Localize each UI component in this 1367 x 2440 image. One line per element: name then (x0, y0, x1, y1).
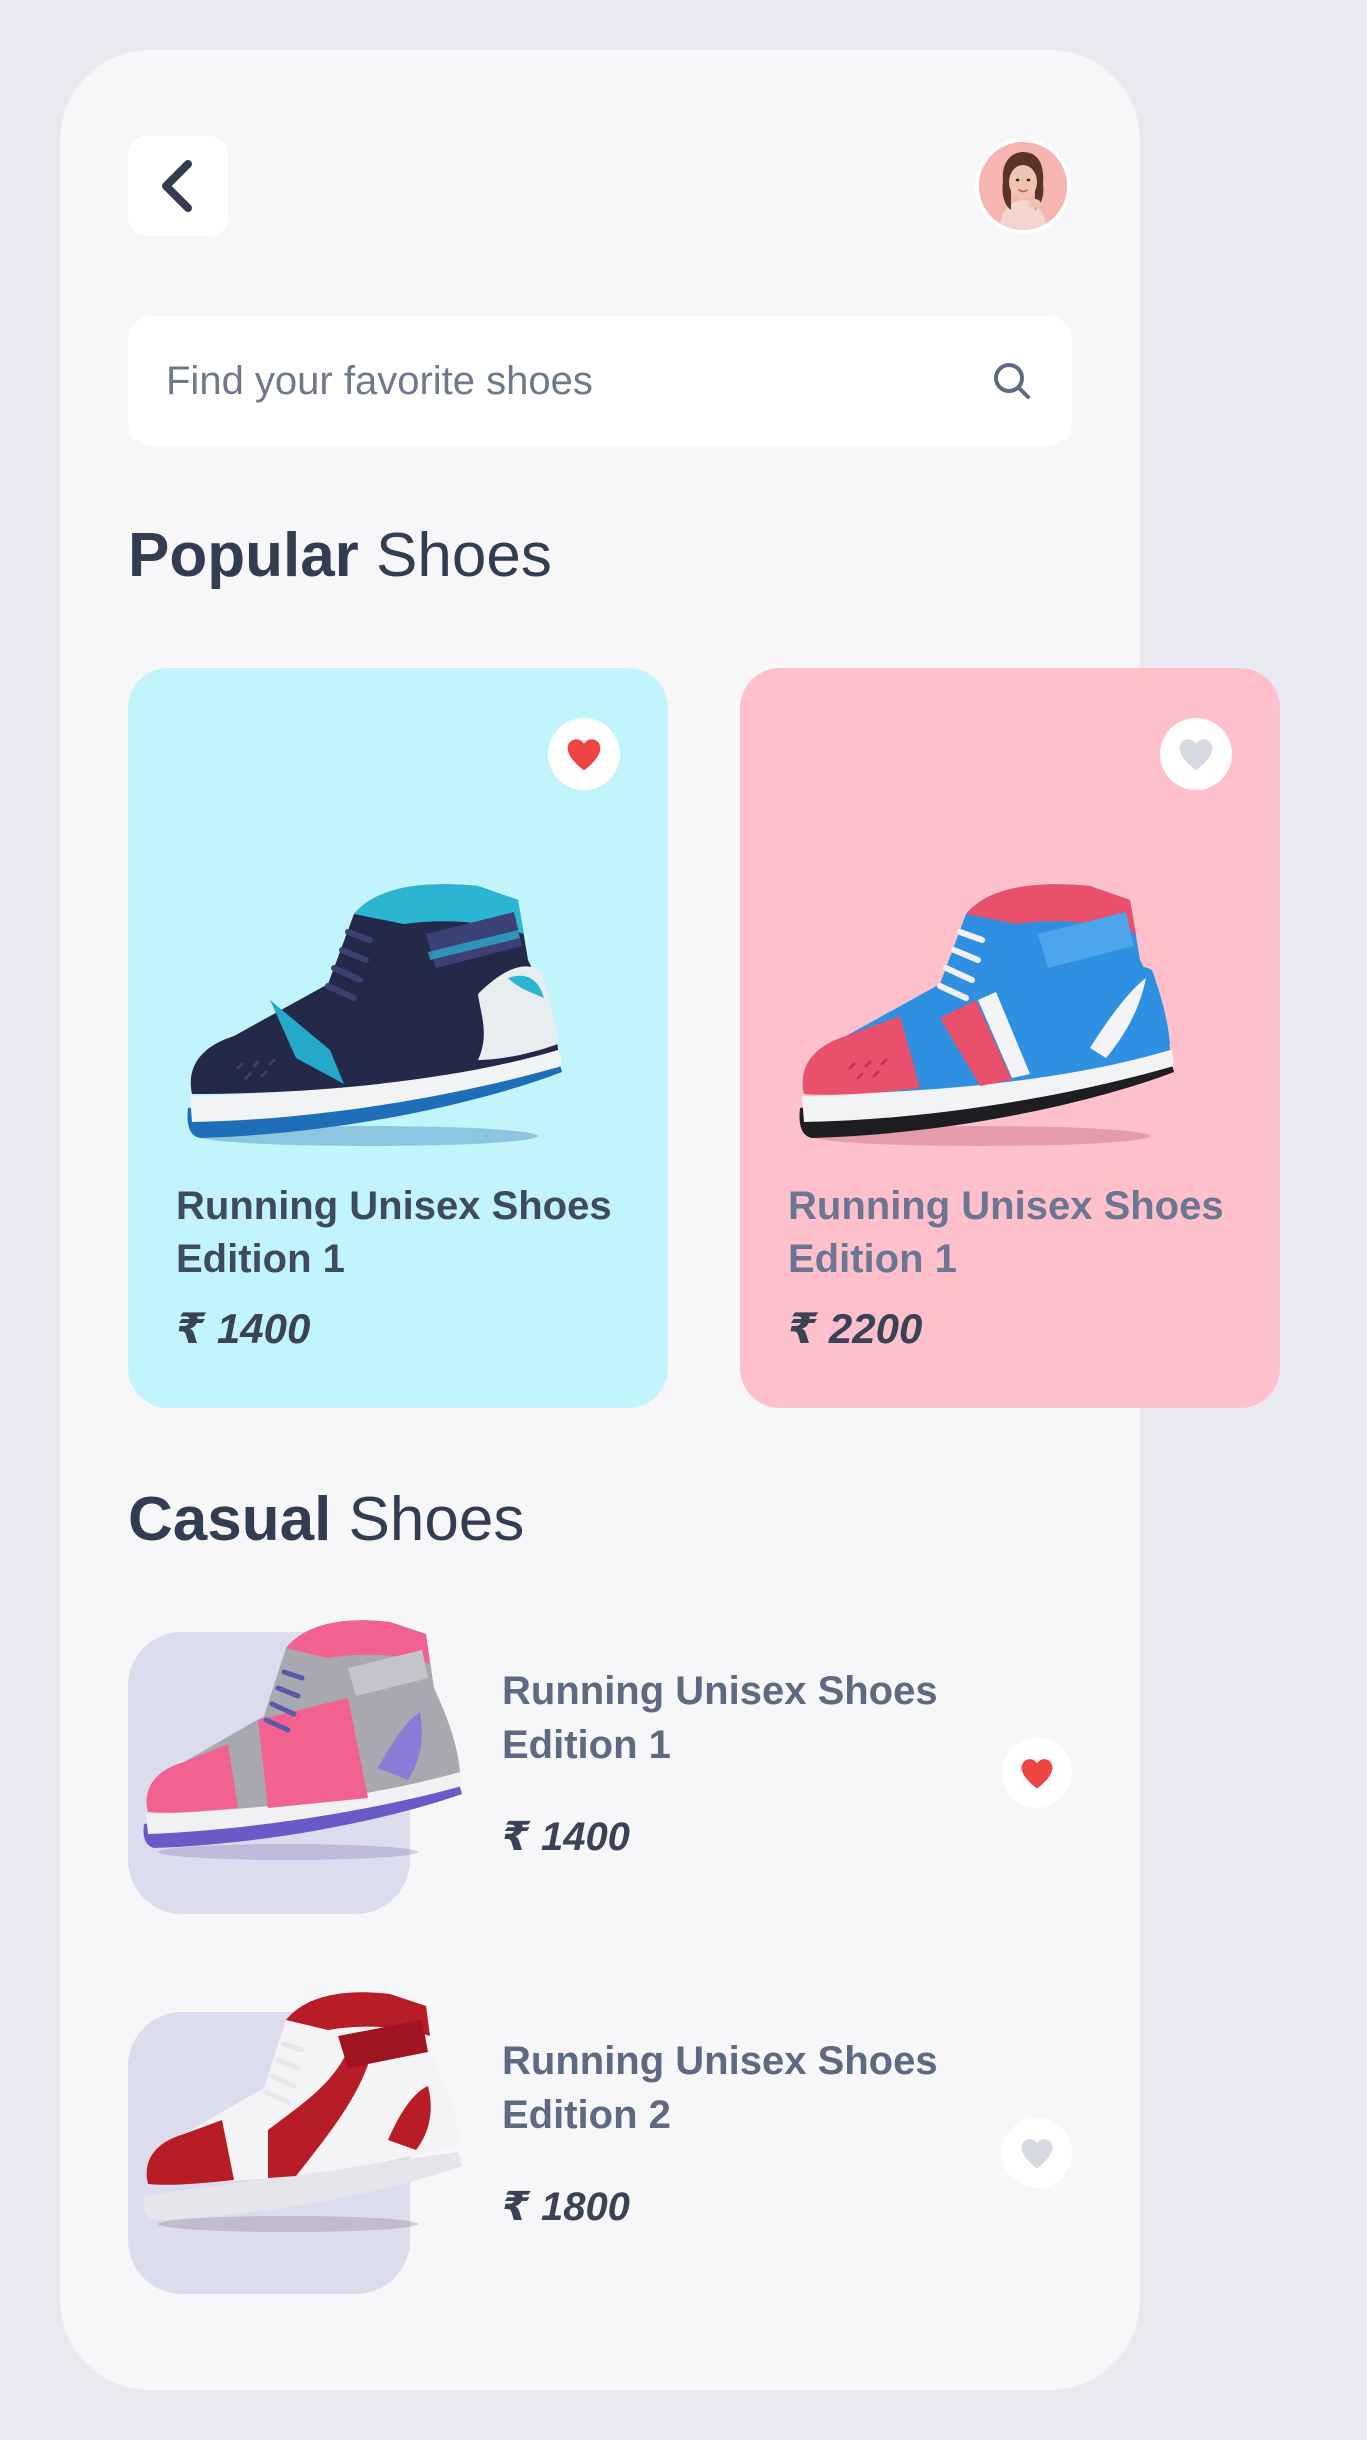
sneaker-image-red-white (143, 1992, 462, 2232)
product-name: Running Unisex Shoes Edition 2 (502, 2039, 938, 2137)
avatar[interactable] (975, 138, 1071, 234)
casual-title-rest: Shoes (331, 1485, 525, 1554)
heart-icon (1021, 1759, 1053, 1789)
search-input[interactable] (164, 357, 988, 405)
product-price: ₹ 1400 (502, 1815, 630, 1859)
search-bar (128, 316, 1072, 446)
heart-icon (1021, 2139, 1053, 2169)
sneaker-image-navy-cyan (187, 884, 562, 1146)
product-price: ₹ 1400 (176, 1305, 311, 1352)
product-name: Running Unisex Shoes Edition 1 (502, 1669, 938, 1767)
search-icon[interactable] (988, 357, 1036, 405)
heart-icon (1179, 739, 1213, 771)
back-button[interactable] (128, 136, 228, 236)
sneaker-image-pink-grey (143, 1620, 462, 1860)
favorite-button[interactable] (1002, 1738, 1072, 1808)
product-price: ₹ 1800 (502, 2185, 630, 2229)
product-name: Running Unisex Shoes Edition 1 (788, 1184, 1224, 1281)
chevron-left-icon (162, 160, 192, 212)
favorite-button[interactable] (548, 718, 620, 790)
casual-list-item-2[interactable]: Running Unisex Shoes Edition 2 ₹ 1800 (128, 1980, 1072, 2294)
casual-section-title: Casual Shoes (128, 1484, 524, 1555)
heart-icon (567, 739, 601, 771)
popular-title-rest: Shoes (358, 521, 552, 590)
popular-card-2[interactable]: Running Unisex Shoes Edition 1 ₹ 2200 (740, 668, 1280, 1408)
product-price: ₹ 2200 (788, 1305, 923, 1352)
favorite-button[interactable] (1160, 718, 1232, 790)
popular-card-1[interactable]: Running Unisex Shoes Edition 1 ₹ 1400 (128, 668, 668, 1408)
sneaker-image-pink-blue (799, 884, 1174, 1146)
favorite-button[interactable] (1002, 2118, 1072, 2188)
popular-title-bold: Popular (128, 521, 359, 590)
product-name: Running Unisex Shoes Edition 1 (176, 1184, 612, 1281)
popular-section-title: Popular Shoes (128, 520, 552, 591)
casual-title-bold: Casual (128, 1485, 332, 1554)
user-avatar-photo (979, 142, 1067, 230)
casual-list-item-1[interactable]: Running Unisex Shoes Edition 1 ₹ 1400 (128, 1608, 1072, 1914)
